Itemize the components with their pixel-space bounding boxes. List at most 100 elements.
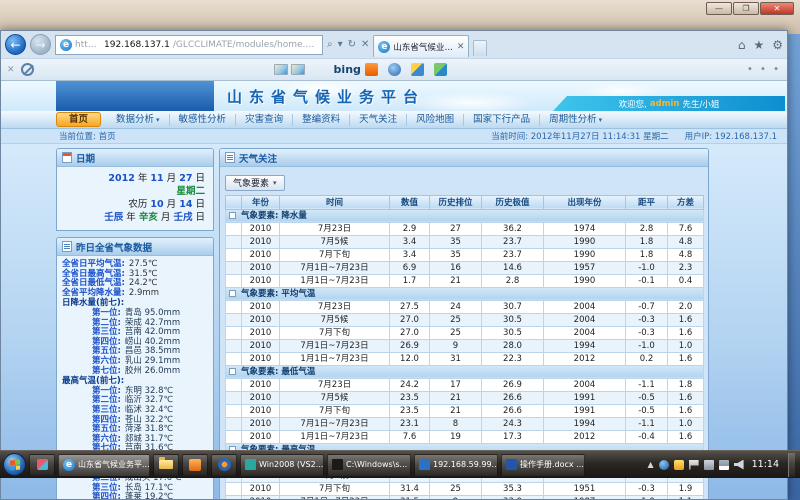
show-desktop-button[interactable] [788, 453, 795, 477]
expand-icon[interactable] [229, 290, 236, 297]
table-cell: 2010 [242, 378, 280, 391]
tab-close-icon[interactable]: ✕ [457, 42, 465, 52]
explorer-folder-icon[interactable] [153, 454, 179, 476]
taskbar-task-button[interactable]: C:\Windows\s... [327, 454, 411, 476]
tray-app-icon[interactable] [659, 460, 669, 470]
nav-item[interactable]: 敏感性分析 [170, 114, 237, 126]
table-row[interactable]: 20107月下旬23.52126.61991-0.51.6 [226, 404, 704, 417]
toolbar-camera-icon[interactable] [388, 63, 401, 76]
taskbar-ie-task[interactable]: e 山东省气候业务平... [58, 454, 150, 476]
row-lead-cell [226, 222, 242, 235]
table-cell: 8 [430, 417, 482, 430]
table-row[interactable]: 20107月下旬31.42535.31951-0.31.9 [226, 482, 704, 495]
maximize-button[interactable]: ❐ [733, 2, 759, 15]
table-row[interactable]: 20107月5候27.02530.52004-0.31.6 [226, 313, 704, 326]
table-cell: 30.5 [482, 313, 544, 326]
back-button[interactable]: ← [5, 34, 26, 55]
taskbar-task-button[interactable]: 192.168.59.99... [414, 454, 498, 476]
toolbar-overflow-icon[interactable]: • • • [747, 64, 781, 75]
pinned-app-icon[interactable] [29, 454, 55, 476]
browser-tab[interactable]: e 山东省气候业务平... ✕ [373, 35, 469, 57]
nav-item[interactable]: 天气关注 [350, 114, 407, 126]
tray-expand-icon[interactable]: ▲ [647, 460, 653, 469]
column-header: 距平 [626, 195, 668, 209]
toolbar-people-icon[interactable] [434, 63, 447, 76]
tray-network-icon[interactable] [719, 460, 729, 470]
close-sidebar-icon[interactable]: ✕ [7, 65, 15, 75]
tray-flag-icon[interactable] [689, 460, 699, 470]
expand-icon[interactable] [229, 212, 236, 219]
task-label: 操作手册.docx ... [520, 459, 584, 470]
table-cell: 24 [430, 300, 482, 313]
media-player-icon[interactable] [211, 454, 237, 476]
task-label: 192.168.59.99... [433, 460, 498, 469]
tray-alert-icon[interactable] [674, 460, 684, 470]
close-button[interactable]: ✕ [760, 2, 794, 15]
table-cell: 2004 [544, 300, 626, 313]
table-cell: 27.0 [390, 326, 430, 339]
table-cell: 27.5 [390, 300, 430, 313]
table-row[interactable]: 20101月1日~7月23日7.61917.32012-0.41.6 [226, 430, 704, 443]
table-row[interactable]: 20107月5候3.43523.719901.84.8 [226, 235, 704, 248]
stop-icon[interactable]: ✕ [361, 39, 369, 50]
table-cell: 7月23日 [280, 300, 390, 313]
table-row[interactable]: 20101月1日~7月23日12.03122.320120.21.6 [226, 352, 704, 365]
taskbar-task-button[interactable]: 操作手册.docx ... [501, 454, 585, 476]
table-row[interactable]: 20101月1日~7月23日1.7212.81990-0.10.4 [226, 274, 704, 287]
nav-item[interactable]: 整编资料 [293, 114, 350, 126]
table-cell: -0.3 [626, 313, 668, 326]
element-filter-button[interactable]: 气象要素 ▾ [225, 175, 285, 191]
toolbar-mail-icon[interactable] [291, 64, 305, 75]
bing-logo[interactable]: bing [334, 63, 361, 76]
search-icon[interactable]: ⌕ [327, 39, 333, 50]
blocked-icon[interactable] [21, 63, 34, 76]
chevron-down-icon[interactable]: ▾ [338, 39, 343, 50]
refresh-icon[interactable]: ↻ [348, 39, 356, 50]
table-row[interactable]: 20107月下旬27.02530.52004-0.31.6 [226, 326, 704, 339]
toolbar-image-icon[interactable] [274, 64, 288, 75]
tray-display-icon[interactable] [704, 460, 714, 470]
nav-item[interactable]: 首页 [56, 112, 101, 127]
toolbar-share-icon[interactable] [411, 63, 424, 76]
taskbar: e 山东省气候业务平... Win2008 (VS2...C:\Windows\… [0, 450, 800, 478]
forward-button[interactable]: → [30, 34, 51, 55]
tray-volume-icon[interactable] [734, 460, 744, 470]
table-row[interactable]: 20107月1日~7月23日31.5933.01987-1.01.1 [226, 495, 704, 499]
table-row[interactable]: 20107月下旬3.43523.719901.84.8 [226, 248, 704, 261]
address-bar[interactable]: e http://192.168.137.1/GLCCLIMATE/module… [55, 35, 323, 55]
home-icon[interactable]: ⌂ [738, 38, 746, 52]
table-cell: -0.1 [626, 274, 668, 287]
table-row[interactable]: 20107月23日24.21726.92004-1.11.8 [226, 378, 704, 391]
row-lead-cell [226, 261, 242, 274]
nav-item[interactable]: 数据分析▾ [107, 114, 170, 126]
table-row[interactable]: 20107月1日~7月23日6.91614.61957-1.02.3 [226, 261, 704, 274]
taskbar-clock[interactable]: 11:14 [752, 459, 779, 470]
taskbar-task-button[interactable]: Win2008 (VS2... [240, 454, 324, 476]
table-cell: 7月1日~7月23日 [280, 339, 390, 352]
table-row[interactable]: 20107月1日~7月23日23.1824.31994-1.11.0 [226, 417, 704, 430]
table-cell: 35.3 [482, 482, 544, 495]
expand-icon[interactable] [229, 368, 236, 375]
taskbar-app-icon[interactable] [182, 454, 208, 476]
table-row[interactable]: 20107月5候23.52126.61991-0.51.6 [226, 391, 704, 404]
document-icon [62, 241, 72, 252]
table-group-header[interactable]: 气象要素: 降水量 [226, 209, 704, 222]
settings-gear-icon[interactable]: ⚙ [772, 38, 783, 52]
toolbar-app-icon[interactable] [365, 63, 378, 76]
nav-item[interactable]: 周期性分析▾ [540, 114, 611, 126]
table-group-header[interactable]: 气象要素: 平均气温 [226, 287, 704, 300]
rank-value: 蓬莱 19.2℃ [125, 493, 173, 499]
welcome-suffix: 先生/小姐 [682, 98, 719, 110]
new-tab-button[interactable] [473, 40, 487, 56]
nav-item[interactable]: 灾害查询 [236, 114, 293, 126]
favorites-star-icon[interactable]: ★ [753, 38, 764, 52]
start-button[interactable] [3, 453, 26, 476]
url-host: 192.168.137.1 [104, 40, 170, 50]
table-row[interactable]: 20107月23日2.92736.219742.87.6 [226, 222, 704, 235]
minimize-button[interactable]: — [706, 2, 732, 15]
nav-item[interactable]: 风险地图 [407, 114, 464, 126]
table-group-header[interactable]: 气象要素: 最低气温 [226, 365, 704, 378]
table-row[interactable]: 20107月23日27.52430.72004-0.72.0 [226, 300, 704, 313]
table-row[interactable]: 20107月1日~7月23日26.9928.01994-1.01.0 [226, 339, 704, 352]
nav-item[interactable]: 国家下行产品 [464, 114, 540, 126]
